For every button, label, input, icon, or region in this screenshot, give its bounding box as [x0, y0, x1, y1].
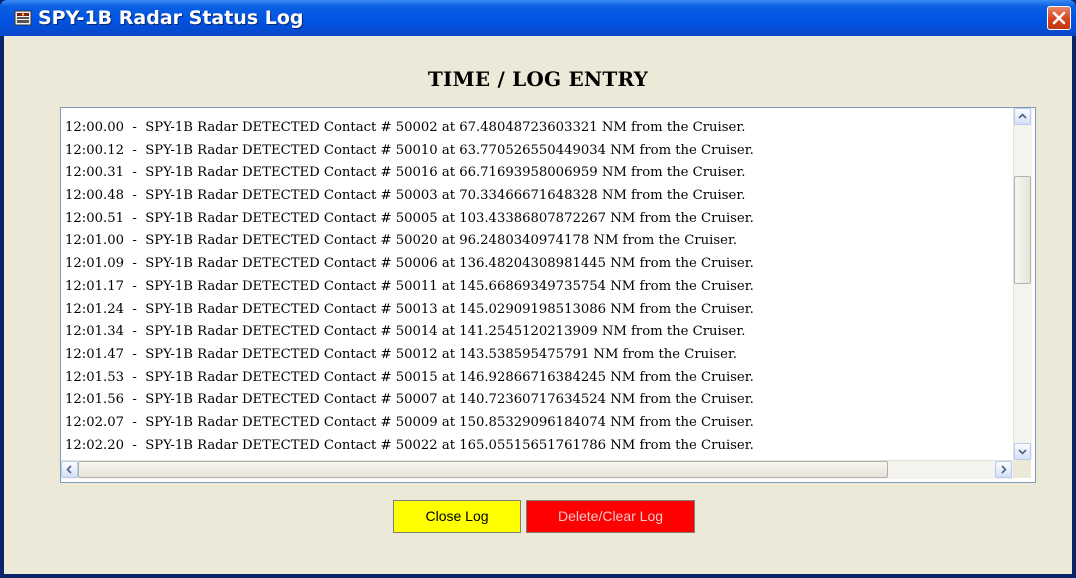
window-title: SPY-1B Radar Status Log	[38, 7, 304, 29]
log-entry: 12:02.07 - SPY-1B Radar DETECTED Contact…	[65, 414, 754, 430]
horizontal-scroll-thumb[interactable]	[78, 461, 888, 478]
scrollbar-corner	[1013, 460, 1031, 478]
log-entry: 12:01.17 - SPY-1B Radar DETECTED Contact…	[65, 278, 754, 294]
vertical-scrollbar[interactable]	[1013, 108, 1032, 460]
radar-app-icon	[14, 9, 32, 27]
radar-log-window: SPY-1B Radar Status Log TIME / LOG ENTRY…	[0, 0, 1076, 578]
delete-clear-log-button[interactable]: Delete/Clear Log	[526, 500, 695, 533]
scroll-left-icon	[66, 465, 72, 474]
log-entry: 12:00.00 - SPY-1B Radar DETECTED Contact…	[65, 120, 746, 135]
close-x-icon	[1052, 11, 1066, 25]
log-entry: 12:01.47 - SPY-1B Radar DETECTED Contact…	[65, 346, 737, 362]
scroll-left-button[interactable]	[61, 461, 78, 478]
log-entry: 12:00.51 - SPY-1B Radar DETECTED Contact…	[65, 210, 754, 226]
horizontal-scrollbar[interactable]	[61, 460, 1013, 479]
log-entries-list: 12:00.00 - SPY-1B Radar DETECTED Contact…	[65, 117, 1013, 457]
window-client-area: TIME / LOG ENTRY 12:00.00 - SPY-1B Radar…	[4, 36, 1072, 574]
log-heading: TIME / LOG ENTRY	[427, 67, 649, 91]
scroll-right-icon	[1001, 465, 1007, 474]
log-entry: 12:00.31 - SPY-1B Radar DETECTED Contact…	[65, 165, 746, 181]
log-text-area[interactable]: 12:00.00 - SPY-1B Radar DETECTED Contact…	[60, 107, 1036, 483]
title-bar[interactable]: SPY-1B Radar Status Log	[0, 0, 1076, 36]
scroll-down-icon	[1018, 449, 1027, 455]
scroll-up-button[interactable]	[1014, 108, 1031, 125]
close-log-button[interactable]: Close Log	[393, 500, 521, 533]
log-entry: 12:01.53 - SPY-1B Radar DETECTED Contact…	[65, 369, 754, 385]
log-entry: 12:01.34 - SPY-1B Radar DETECTED Contact…	[65, 324, 746, 340]
log-entry: 12:01.24 - SPY-1B Radar DETECTED Contact…	[65, 301, 754, 317]
log-entry: 12:01.56 - SPY-1B Radar DETECTED Contact…	[65, 392, 754, 408]
log-entry: 12:00.48 - SPY-1B Radar DETECTED Contact…	[65, 188, 746, 204]
scroll-down-button[interactable]	[1014, 443, 1031, 460]
log-entry: 12:00.12 - SPY-1B Radar DETECTED Contact…	[65, 142, 754, 158]
scroll-right-button[interactable]	[995, 461, 1012, 478]
log-entry: 12:02.20 - SPY-1B Radar DETECTED Contact…	[65, 437, 754, 453]
log-entry: 12:01.00 - SPY-1B Radar DETECTED Contact…	[65, 233, 737, 249]
window-close-button[interactable]	[1047, 6, 1071, 30]
vertical-scroll-thumb[interactable]	[1014, 176, 1031, 284]
scroll-up-icon	[1018, 113, 1027, 119]
log-entry: 12:01.09 - SPY-1B Radar DETECTED Contact…	[65, 256, 754, 272]
